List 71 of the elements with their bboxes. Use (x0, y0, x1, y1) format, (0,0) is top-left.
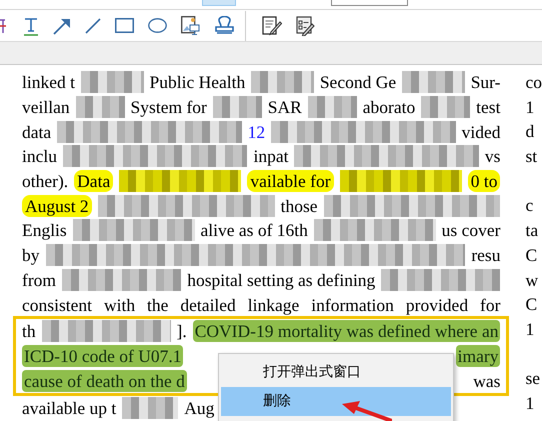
highlighted-text: COVID-19 mortality was defined where an (192, 320, 500, 342)
body-text: C (525, 293, 538, 316)
text-icon[interactable] (23, 16, 39, 36)
body-text: co (525, 71, 542, 94)
highlighted-text: imary (456, 344, 500, 367)
body-text: th (22, 320, 36, 342)
body-text: was (473, 370, 500, 392)
body-text: 1 (525, 392, 534, 415)
body-text: se (525, 367, 540, 390)
rectangle-icon[interactable] (115, 18, 134, 33)
mosaic-block (308, 96, 357, 118)
body-text: ta (525, 219, 538, 242)
body-text: by (22, 244, 40, 266)
pointer-arrow (342, 401, 392, 421)
highlighted-text: August 2 (22, 194, 92, 217)
body-text: C (525, 244, 538, 267)
note-edit-icon[interactable] (262, 16, 282, 36)
body-text: resu (471, 244, 500, 266)
body-text: st (525, 145, 538, 168)
body-text: w (525, 268, 538, 292)
form-edit-icon[interactable] (296, 16, 316, 36)
body-text: those (280, 194, 318, 217)
menu-item[interactable]: 打开弹出式窗口 (221, 358, 451, 387)
highlighted-text: vailable for (247, 170, 334, 192)
body-text: 1 (525, 318, 534, 341)
body-text: Second Ge (320, 71, 396, 94)
body-text: Aug (184, 397, 214, 420)
mosaic-block (76, 96, 125, 118)
body-text: inpat (253, 145, 288, 168)
body-text: SAR (268, 96, 302, 118)
toolbar-field[interactable] (331, 0, 408, 6)
body-text: other). (22, 170, 68, 192)
menu-item[interactable]: 删除 (221, 387, 451, 416)
image-icon[interactable] (181, 16, 200, 35)
stamp-icon[interactable] (214, 16, 235, 36)
mosaic-block (421, 96, 470, 118)
mosaic-block (251, 71, 314, 94)
body-text: from (22, 268, 56, 291)
body-text: d (525, 120, 534, 144)
body-text: hospital setting as defining (187, 268, 376, 291)
mosaic-block (122, 397, 178, 420)
body-text: veillan (22, 96, 70, 118)
body-text: available up t (22, 397, 116, 420)
mosaic-block (212, 96, 262, 118)
body-text: Sur- (470, 71, 500, 94)
mosaic-block (402, 71, 465, 94)
body-text: data (22, 120, 52, 143)
body-text: consistent with the detailed linkage information provided for (22, 294, 500, 316)
citation-link[interactable]: 12 (248, 120, 266, 143)
line-icon[interactable] (85, 18, 101, 34)
body-text: vided (462, 120, 500, 143)
body-text: Public Health (150, 71, 246, 94)
body-text: us cover (442, 219, 500, 242)
highlighted-text: Data (74, 170, 114, 192)
mosaic-block (80, 71, 144, 94)
body-text: Englis (22, 219, 67, 242)
body-text: test (476, 96, 500, 118)
highlighted-text: 0 to (468, 170, 500, 192)
body-text: linked t (22, 71, 75, 94)
ellipse-icon[interactable] (148, 18, 167, 33)
body-text: aborato (362, 96, 416, 118)
body-text: System for (130, 96, 207, 118)
body-text: c (525, 194, 534, 218)
body-text: vs (484, 145, 500, 168)
arrow-icon[interactable] (53, 16, 71, 34)
body-text: 1 (525, 96, 534, 119)
body-text: inclu (22, 145, 57, 168)
highlighted-text: ICD-10 code of U07.1 (22, 344, 184, 367)
body-text: alive as of 16th (200, 219, 308, 242)
body-text: ]. (176, 320, 187, 342)
highlighted-text: cause of death on the d (22, 370, 187, 392)
